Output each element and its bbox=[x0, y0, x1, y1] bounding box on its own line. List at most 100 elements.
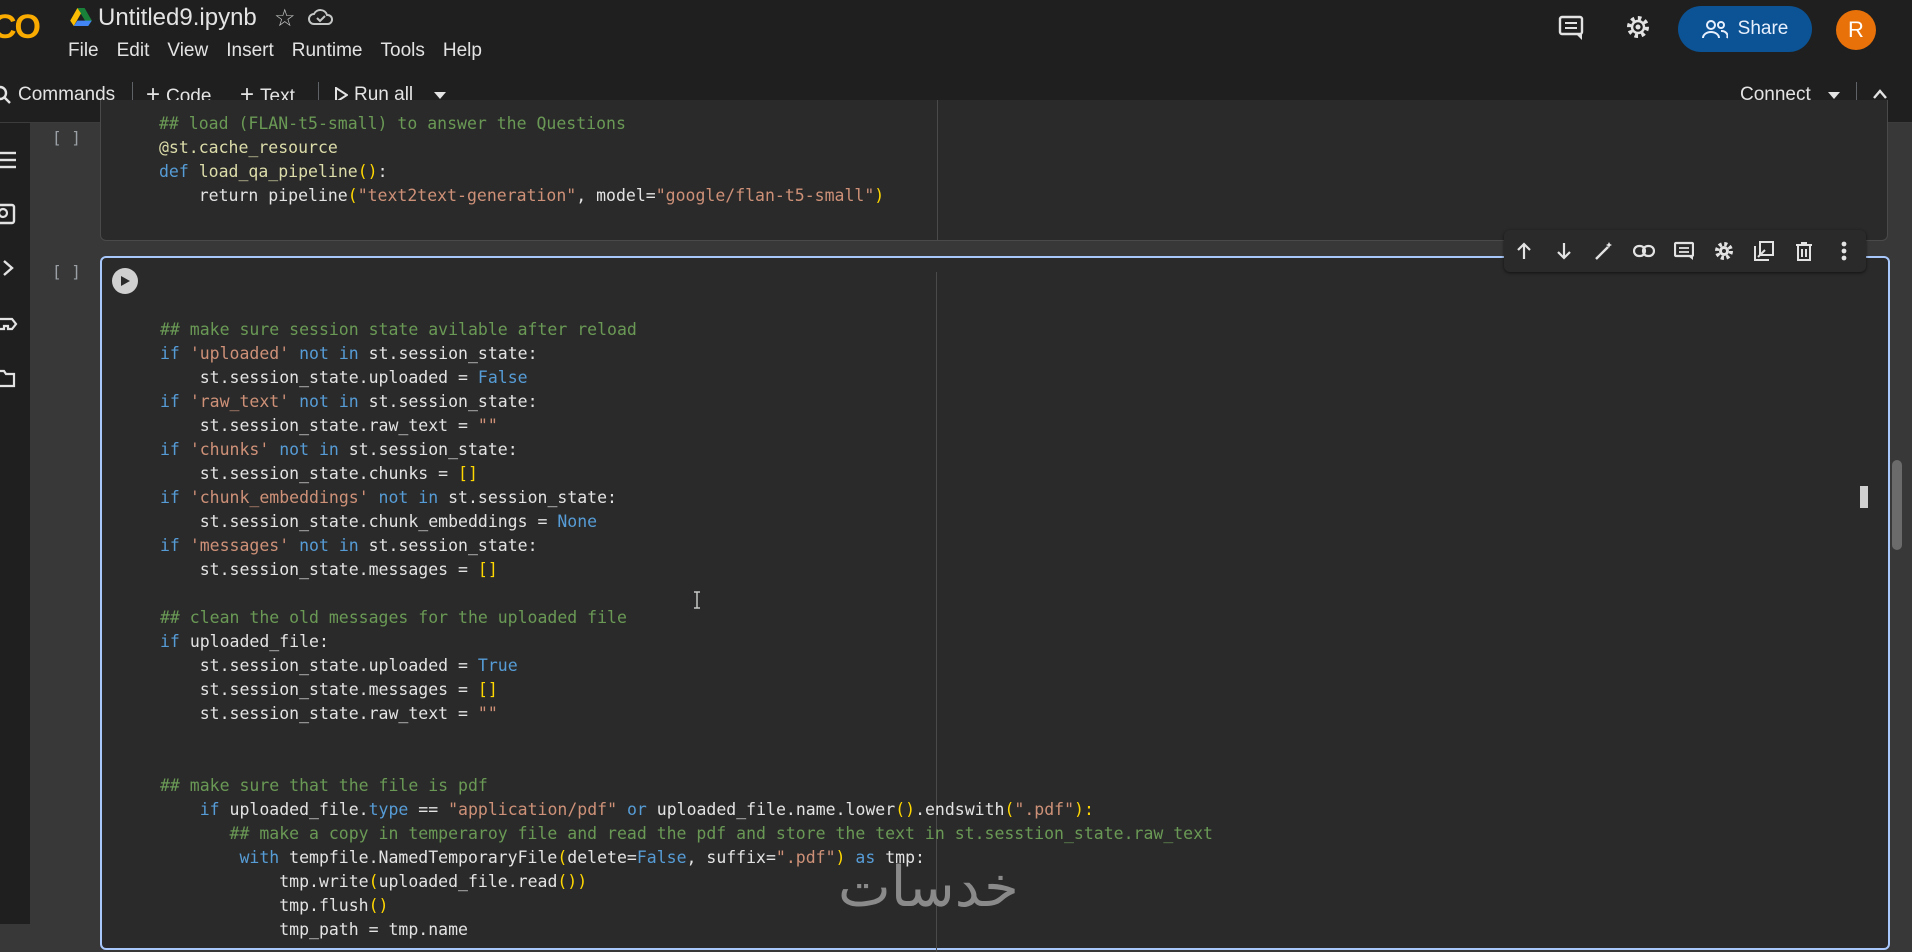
code-token: uploaded_file: bbox=[189, 632, 329, 651]
caret-down-icon[interactable] bbox=[434, 92, 446, 100]
table-of-contents-icon[interactable] bbox=[0, 149, 18, 171]
find-icon[interactable] bbox=[0, 203, 18, 225]
move-cell-down-button[interactable] bbox=[1544, 231, 1584, 271]
menu-runtime[interactable]: Runtime bbox=[292, 40, 363, 62]
secrets-key-icon[interactable] bbox=[0, 313, 18, 335]
menu-tools[interactable]: Tools bbox=[381, 40, 425, 62]
cloud-icon[interactable] bbox=[308, 6, 334, 28]
code-line[interactable]: ## make sure session state avilable afte… bbox=[160, 318, 1213, 342]
code-line[interactable]: @st.cache_resource bbox=[159, 136, 884, 160]
menu-file[interactable]: File bbox=[68, 40, 99, 62]
code-token: not in bbox=[269, 440, 349, 459]
code-line[interactable]: ## clean the old messages for the upload… bbox=[160, 606, 1213, 630]
text-cursor-icon bbox=[694, 591, 700, 609]
code-line[interactable]: tmp.write(uploaded_file.read()) bbox=[160, 870, 1213, 894]
code-token: st.session_state.chunk_embeddings = bbox=[160, 512, 558, 531]
code-editor[interactable]: ## load (FLAN-t5-small) to answer the Qu… bbox=[159, 112, 884, 208]
code-line[interactable]: return pipeline("text2text-generation", … bbox=[159, 184, 884, 208]
run-cell-button[interactable] bbox=[112, 268, 138, 294]
code-token: if bbox=[160, 800, 230, 819]
code-line[interactable]: st.session_state.chunks = [] bbox=[160, 462, 1213, 486]
mirror-cell-button[interactable] bbox=[1744, 231, 1784, 271]
code-line[interactable]: st.session_state.raw_text = "" bbox=[160, 414, 1213, 438]
code-line[interactable]: tmp_path = tmp.name bbox=[160, 918, 1213, 942]
code-line[interactable] bbox=[160, 294, 1213, 318]
code-line[interactable] bbox=[160, 726, 1213, 750]
code-line[interactable] bbox=[160, 582, 1213, 606]
code-line[interactable]: ## make a copy in temperaroy file and re… bbox=[160, 822, 1213, 846]
code-line[interactable]: ## make sure that the file is pdf bbox=[160, 774, 1213, 798]
folder-icon[interactable] bbox=[0, 367, 18, 389]
settings-icon[interactable] bbox=[1623, 12, 1653, 42]
code-token: () bbox=[368, 896, 389, 915]
code-token: ()) bbox=[557, 872, 588, 891]
link-to-cell-button[interactable] bbox=[1624, 231, 1664, 271]
cell-settings-button[interactable] bbox=[1704, 231, 1744, 271]
colab-logo[interactable]: CO bbox=[0, 8, 41, 47]
code-snippets-icon[interactable] bbox=[0, 257, 18, 279]
code-line[interactable]: st.session_state.uploaded = True bbox=[160, 654, 1213, 678]
add-comment-button[interactable] bbox=[1664, 231, 1704, 271]
code-line[interactable]: def load_qa_pipeline(): bbox=[159, 160, 884, 184]
code-token: False bbox=[477, 368, 528, 387]
code-token: False bbox=[636, 848, 687, 867]
line-length-ruler bbox=[937, 100, 938, 240]
code-token: "" bbox=[477, 704, 498, 723]
code-line[interactable]: if uploaded_file: bbox=[160, 630, 1213, 654]
code-line[interactable] bbox=[160, 750, 1213, 774]
more-vert-icon bbox=[1841, 241, 1847, 261]
menu-help[interactable]: Help bbox=[443, 40, 482, 62]
generate-code-button[interactable] bbox=[1584, 231, 1624, 271]
link-icon bbox=[1633, 244, 1655, 258]
code-cell[interactable]: ## load (FLAN-t5-small) to answer the Qu… bbox=[100, 100, 1888, 241]
left-sidebar bbox=[0, 123, 30, 924]
comment-icon[interactable] bbox=[1556, 12, 1586, 42]
code-line[interactable]: tmp.flush() bbox=[160, 894, 1213, 918]
commands-button[interactable]: Commands bbox=[0, 84, 115, 106]
code-token: () bbox=[357, 162, 378, 181]
scrollbar-thumb[interactable] bbox=[1892, 460, 1902, 550]
menu-edit[interactable]: Edit bbox=[117, 40, 150, 62]
code-token: type bbox=[368, 800, 409, 819]
code-token: st.session_state.raw_text = bbox=[160, 704, 478, 723]
code-token: st.session_state.raw_text = bbox=[160, 416, 478, 435]
code-line[interactable]: st.session_state.chunk_embeddings = None bbox=[160, 510, 1213, 534]
more-actions-button[interactable] bbox=[1824, 231, 1864, 271]
code-line[interactable]: st.session_state.messages = [] bbox=[160, 678, 1213, 702]
code-token: "text2text-generation" bbox=[357, 186, 577, 205]
code-editor[interactable]: ## make sure session state avilable afte… bbox=[160, 294, 1213, 942]
code-line[interactable]: if 'messages' not in st.session_state: bbox=[160, 534, 1213, 558]
code-token: load_qa_pipeline bbox=[198, 162, 358, 181]
code-line[interactable]: if 'chunks' not in st.session_state: bbox=[160, 438, 1213, 462]
code-token: ## make a copy in temperaroy file and re… bbox=[160, 824, 1213, 843]
code-line[interactable]: st.session_state.raw_text = "" bbox=[160, 702, 1213, 726]
star-icon[interactable]: ☆ bbox=[274, 4, 296, 33]
code-token: uploaded_file.read bbox=[378, 872, 558, 891]
delete-cell-button[interactable] bbox=[1784, 231, 1824, 271]
menu-view[interactable]: View bbox=[167, 40, 208, 62]
avatar[interactable]: R bbox=[1836, 10, 1876, 50]
code-line[interactable]: if 'uploaded' not in st.session_state: bbox=[160, 342, 1213, 366]
chevron-up-icon[interactable] bbox=[1872, 88, 1888, 100]
code-line[interactable]: st.session_state.uploaded = False bbox=[160, 366, 1213, 390]
code-token: None bbox=[557, 512, 598, 531]
arrow-down-icon bbox=[1557, 243, 1571, 260]
menu-insert[interactable]: Insert bbox=[226, 40, 274, 62]
notebook-title[interactable]: Untitled9.ipynb bbox=[98, 4, 257, 32]
code-token: uploaded_file.name.lower bbox=[656, 800, 896, 819]
move-cell-up-button[interactable] bbox=[1504, 231, 1544, 271]
code-line[interactable]: if 'chunk_embeddings' not in st.session_… bbox=[160, 486, 1213, 510]
code-line[interactable]: st.session_state.messages = [] bbox=[160, 558, 1213, 582]
code-token: st.session_state: bbox=[368, 344, 538, 363]
code-token: st.session_state.messages = bbox=[160, 560, 478, 579]
code-line[interactable]: if 'raw_text' not in st.session_state: bbox=[160, 390, 1213, 414]
code-line[interactable]: if uploaded_file.type == "application/pd… bbox=[160, 798, 1213, 822]
caret-down-icon[interactable] bbox=[1828, 92, 1840, 100]
code-line[interactable]: ## load (FLAN-t5-small) to answer the Qu… bbox=[159, 112, 884, 136]
code-token: if bbox=[160, 488, 190, 507]
code-cell[interactable]: ## make sure session state avilable afte… bbox=[100, 256, 1890, 952]
share-button[interactable]: Share bbox=[1678, 6, 1812, 52]
code-line[interactable]: with tempfile.NamedTemporaryFile(delete=… bbox=[160, 846, 1213, 870]
code-token: return pipeline bbox=[159, 186, 348, 205]
code-token: ## clean the old messages for the upload… bbox=[160, 608, 627, 627]
